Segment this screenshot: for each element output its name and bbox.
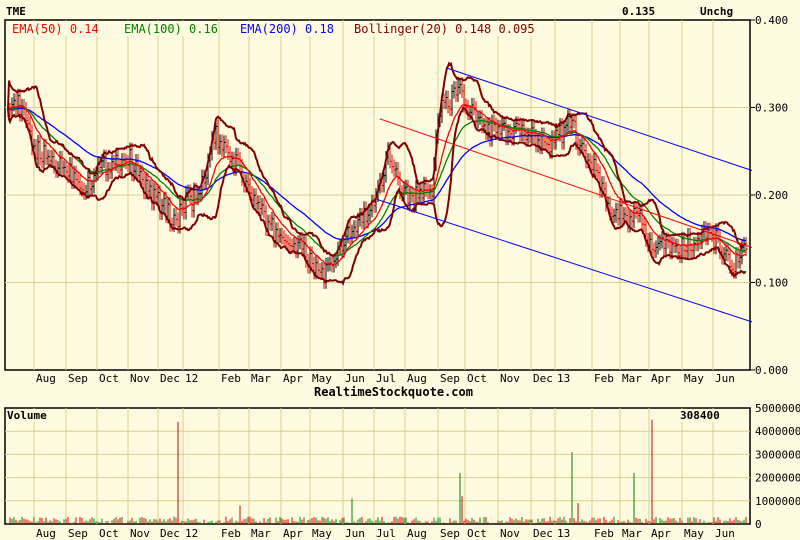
y-tick-label: 0.000 (755, 364, 788, 377)
x-tick-label: Sep (68, 372, 88, 385)
volume-x-tick-label: Oct (467, 527, 487, 540)
volume-x-tick-label: Dec (160, 527, 180, 540)
volume-tick-label: 3000000 (755, 448, 800, 461)
x-tick-label: Sep (440, 372, 460, 385)
legend-bollinger-label: Bollinger(20) (354, 22, 448, 36)
watermark: RealtimeStockquote.com (314, 385, 473, 399)
volume-x-tick-label: Dec (533, 527, 553, 540)
legend-ema100-value: 0.16 (189, 22, 218, 36)
x-tick-label: Feb (594, 372, 614, 385)
volume-x-tick-label: Feb (594, 527, 614, 540)
stock-chart: 0.000 0.100 0.200 0.300 0.400 0 1000000 2000000… (0, 0, 800, 540)
volume-x-tick-label: Mar (251, 527, 271, 540)
x-tick-label: 12 (185, 372, 198, 385)
x-tick-label: Oct (99, 372, 119, 385)
change-label: Unchg (700, 5, 734, 18)
volume-x-tick-label: Apr (651, 527, 671, 540)
legend-ema100-label: EMA(100) (124, 22, 182, 36)
x-tick-label: Jul (376, 372, 396, 385)
x-tick-label: Dec (160, 372, 180, 385)
volume-tick-label: 4000000 (755, 425, 800, 438)
y-tick-label: 0.400 (755, 14, 788, 27)
volume-x-tick-label: Oct (99, 527, 119, 540)
volume-x-tick-label: Sep (440, 527, 460, 540)
legend-ema200: EMA(200) 0.18 (240, 22, 334, 36)
x-tick-label: Aug (407, 372, 427, 385)
volume-x-tick-label: May (312, 527, 332, 540)
x-tick-label: Mar (622, 372, 642, 385)
volume-x-tick-label: 12 (185, 527, 198, 540)
legend-ema50: EMA(50) 0.14 (12, 22, 99, 36)
chart-canvas: 0.000 0.100 0.200 0.300 0.400 0 1000000 2000000… (4, 14, 800, 540)
legend-ema100: EMA(100) 0.16 (124, 22, 218, 36)
volume-x-tick-label: Jun (345, 527, 365, 540)
legend-ema50-value: 0.14 (69, 22, 99, 36)
y-tick-label: 0.300 (755, 102, 788, 115)
volume-frame (4, 407, 751, 525)
x-tick-label: Nov (500, 372, 520, 385)
legend-ema200-label: EMA(200) (240, 22, 298, 36)
volume-tick-label: 0 (755, 518, 762, 531)
volume-x-tick-label: May (684, 527, 704, 540)
x-tick-label: May (684, 372, 704, 385)
x-tick-label: 13 (557, 372, 570, 385)
last-price: 0.135 (622, 5, 656, 18)
volume-x-tick-label: Nov (130, 527, 150, 540)
legend-bollinger: Bollinger(20) 0.148 0.095 (354, 22, 535, 36)
y-tick-label: 0.100 (755, 277, 788, 290)
volume-tick-label: 1000000 (755, 495, 800, 508)
volume-x-tick-label: Apr (283, 527, 303, 540)
volume-x-tick-label: Aug (407, 527, 427, 540)
symbol-label: TME (6, 5, 26, 18)
x-tick-label: Apr (651, 372, 671, 385)
x-tick-label: Apr (283, 372, 303, 385)
volume-x-tick-label: Jul (376, 527, 396, 540)
x-tick-label: Aug (36, 372, 56, 385)
volume-tick-label: 5000000 (755, 402, 800, 415)
last-volume: 308400 (680, 409, 720, 422)
x-tick-label: May (312, 372, 332, 385)
legend-ema200-value: 0.18 (305, 22, 334, 36)
y-tick-label: 0.200 (755, 189, 788, 202)
legend-ema50-label: EMA(50) (12, 22, 63, 36)
volume-x-tick-label: Feb (221, 527, 241, 540)
volume-x-tick-label: 13 (557, 527, 570, 540)
x-tick-label: Feb (221, 372, 241, 385)
volume-x-tick-label: Jun (715, 527, 735, 540)
volume-x-tick-label: Sep (68, 527, 88, 540)
x-tick-label: Jun (345, 372, 365, 385)
volume-x-tick-label: Aug (36, 527, 56, 540)
x-tick-label: Jun (715, 372, 735, 385)
x-tick-label: Oct (467, 372, 487, 385)
volume-x-tick-label: Nov (500, 527, 520, 540)
volume-x-tick-label: Mar (622, 527, 642, 540)
volume-title: Volume (7, 409, 47, 422)
x-tick-label: Nov (130, 372, 150, 385)
volume-tick-label: 2000000 (755, 472, 800, 485)
x-tick-label: Mar (251, 372, 271, 385)
x-tick-label: Dec (533, 372, 553, 385)
legend-bollinger-value: 0.148 0.095 (455, 22, 535, 36)
